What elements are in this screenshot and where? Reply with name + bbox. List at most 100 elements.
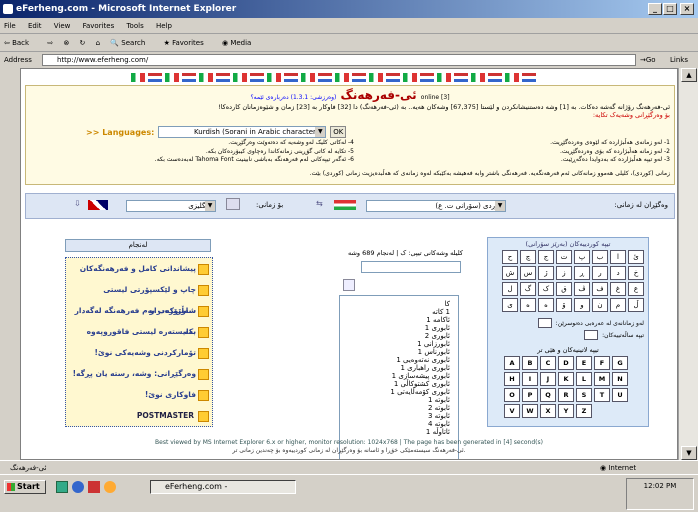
kurdish-key[interactable]: و	[574, 298, 590, 312]
word-list[interactable]: کا 1 کاتە ئاکامە 1 ئابوری 1 ئابوری 2 ئابورزان…	[339, 295, 459, 459]
flag-icon[interactable]	[233, 73, 247, 82]
flag-icon[interactable]	[335, 73, 349, 82]
latin-key[interactable]: V	[504, 404, 520, 418]
flag-icon[interactable]	[284, 73, 298, 82]
scroll-down-icon[interactable]: ▼	[681, 446, 697, 460]
kurdish-key[interactable]: ح	[502, 250, 518, 264]
flag-icon[interactable]	[301, 73, 315, 82]
latin-key[interactable]: Y	[558, 404, 574, 418]
word-item[interactable]: ئابوری 1	[340, 324, 450, 332]
word-item[interactable]: ئابورناس 1	[340, 348, 450, 356]
latin-key[interactable]: Z	[576, 404, 592, 418]
latin-key[interactable]: X	[540, 404, 556, 418]
option1-select[interactable]	[537, 318, 552, 328]
to-language-select[interactable]: ئینگلیزی	[126, 200, 216, 212]
latin-key[interactable]: N	[612, 372, 628, 386]
latin-key[interactable]: T	[594, 388, 610, 402]
menu-edit[interactable]: Edit	[28, 22, 42, 30]
word-item[interactable]: ئابوری کشتوکاڵی 1	[340, 380, 450, 388]
kurdish-key[interactable]: ش	[502, 266, 518, 280]
word-item[interactable]: ئابوتە 4	[340, 420, 450, 428]
latin-key[interactable]: H	[504, 372, 520, 386]
interface-language-select[interactable]: Kurdish (Sorani in Arabic characters)	[158, 126, 327, 138]
flag-icon[interactable]	[369, 73, 383, 82]
kurdish-key[interactable]: ج	[538, 250, 554, 264]
word-item[interactable]: ئابوتە 1	[340, 396, 450, 404]
refresh-icon[interactable]: ↻	[80, 39, 86, 47]
link-add-word[interactable]: تۆمارکردنی وشەیەکی نوێ!	[66, 342, 212, 363]
home-icon[interactable]: ⌂	[96, 39, 100, 47]
kurdish-key[interactable]: ڵ	[628, 298, 644, 312]
kurdish-key[interactable]: ه	[538, 298, 554, 312]
kurdish-key[interactable]: ت	[556, 250, 572, 264]
kurdish-key[interactable]: ز	[556, 266, 572, 280]
kurdish-key[interactable]: ڤ	[574, 282, 590, 296]
minimize-button[interactable]: _	[648, 3, 662, 15]
latin-key[interactable]: C	[540, 356, 556, 370]
address-input[interactable]: http://www.eferheng.com/	[42, 54, 636, 66]
kurdish-key[interactable]: ن	[592, 298, 608, 312]
back-button[interactable]: ⇦ Back	[4, 39, 37, 47]
flag-icon[interactable]	[131, 73, 145, 82]
kurdish-key[interactable]: ا	[610, 250, 626, 264]
desktop-icon[interactable]	[56, 481, 68, 493]
result-button[interactable]: لەنجام	[65, 239, 211, 252]
menu-favorites[interactable]: Favorites	[83, 22, 115, 30]
flag-icon[interactable]	[165, 73, 179, 82]
word-item[interactable]: ئابوری نەتەوەیی 1	[340, 356, 450, 364]
word-item[interactable]: ئاکامە 1	[340, 316, 450, 324]
flag-icon[interactable]	[420, 73, 434, 82]
flag-icon[interactable]	[522, 73, 536, 82]
word-item[interactable]: ئابوتە 2	[340, 404, 450, 412]
link-print-export[interactable]: چاپ و لێکسپۆرتی لیستی شەڵێوژەدراو	[66, 279, 212, 315]
menu-view[interactable]: View	[54, 22, 71, 30]
latin-key[interactable]: K	[558, 372, 574, 386]
kurdish-key[interactable]: س	[520, 266, 536, 280]
scroll-up-icon[interactable]: ▲	[681, 68, 697, 82]
latin-key[interactable]: W	[522, 404, 538, 418]
close-button[interactable]: ×	[680, 3, 694, 15]
kurdish-key[interactable]: پ	[574, 250, 590, 264]
ok-button[interactable]: OK	[330, 126, 347, 138]
flag-icon[interactable]	[437, 73, 451, 82]
kurdish-key[interactable]: م	[610, 298, 626, 312]
flag-icon[interactable]	[454, 73, 468, 82]
word-item[interactable]: ئابوری پیشەسازی 1	[340, 372, 450, 380]
save-icon[interactable]	[226, 198, 240, 210]
kurdish-key[interactable]: چ	[520, 250, 536, 264]
flag-icon[interactable]	[148, 73, 162, 82]
forward-button[interactable]: ⇨	[47, 39, 53, 47]
dropdown-arrow-icon[interactable]: ⇩	[74, 199, 81, 208]
flag-icon[interactable]	[182, 73, 196, 82]
link-new-dictionary[interactable]: فاوکاری نوێ!	[66, 384, 212, 405]
stop-icon[interactable]: ⊗	[63, 39, 69, 47]
maximize-button[interactable]: □	[663, 3, 677, 15]
link-favorites[interactable]: بەلیستەرە لیستی فاقوروپەوە	[66, 321, 212, 342]
latin-key[interactable]: Q	[540, 388, 556, 402]
kurdish-key[interactable]: ئ	[628, 250, 644, 264]
kurdish-key[interactable]: ە	[520, 298, 536, 312]
swap-icon[interactable]: ⇆	[316, 199, 323, 208]
kurdish-key[interactable]: ب	[592, 250, 608, 264]
flag-icon[interactable]	[471, 73, 485, 82]
word-item[interactable]: ئابوری 2	[340, 332, 450, 340]
latin-key[interactable]: E	[576, 356, 592, 370]
link-share[interactable]: شاورێکەب بەم فەرهەنگە لەگەدار بکە	[66, 300, 212, 336]
latin-key[interactable]: P	[522, 388, 538, 402]
latin-key[interactable]: G	[612, 356, 628, 370]
kurdish-key[interactable]: ی	[502, 298, 518, 312]
latin-key[interactable]: J	[540, 372, 556, 386]
kurdish-key[interactable]: غ	[610, 282, 626, 296]
flag-icon[interactable]	[199, 73, 213, 82]
taskbar-item-ie[interactable]: eFerheng.com -	[150, 480, 296, 494]
flag-icon[interactable]	[250, 73, 264, 82]
latin-key[interactable]: B	[522, 356, 538, 370]
go-button[interactable]: →Go	[640, 52, 656, 68]
kurdish-key[interactable]: ر	[592, 266, 608, 280]
word-item[interactable]: ئابوتە 3	[340, 412, 450, 420]
latin-key[interactable]: D	[558, 356, 574, 370]
kurdish-key[interactable]: ژ	[538, 266, 554, 280]
word-item[interactable]: ئابوری راهباری 1	[340, 364, 450, 372]
kurdish-key[interactable]: ک	[538, 282, 554, 296]
link-translate-text[interactable]: وەرگێڕانی: وشە، رستە یان پڕگە!	[66, 363, 212, 384]
